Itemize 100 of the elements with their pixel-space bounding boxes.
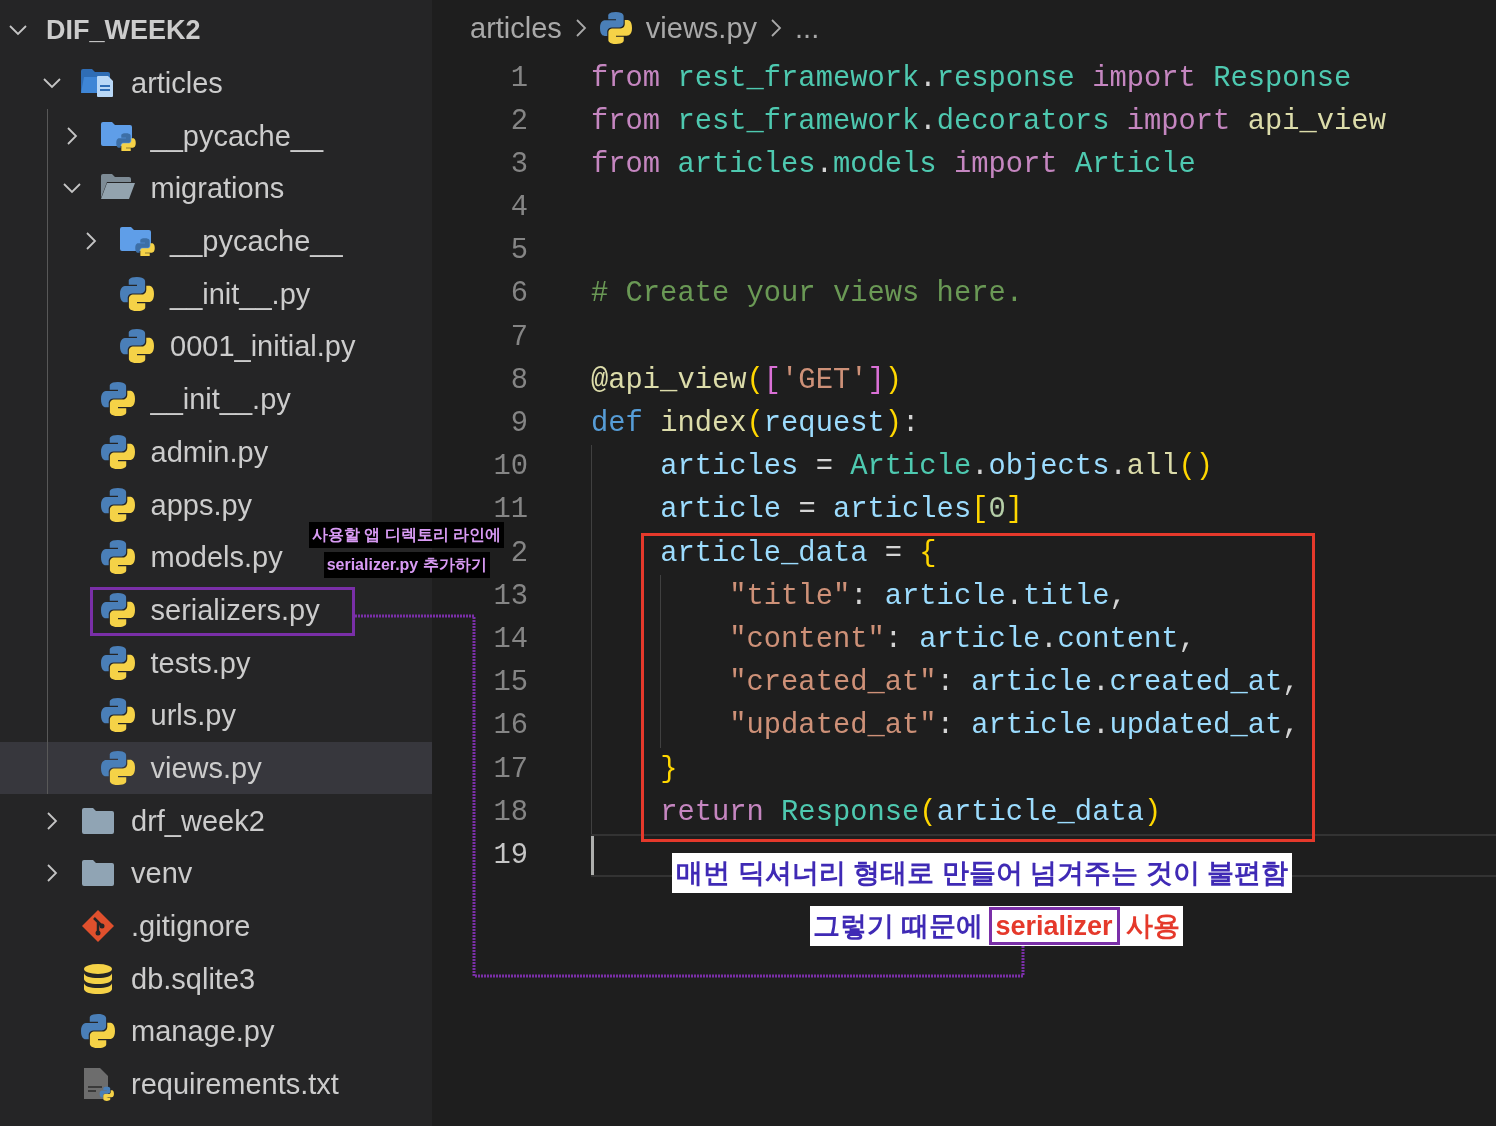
breadcrumb-item[interactable]: ... (795, 6, 820, 50)
file-name: urls.py (150, 699, 236, 732)
python-icon (599, 12, 632, 45)
file-tree-item[interactable]: __pycache__ (0, 214, 432, 268)
code-token: rest_framework (677, 60, 920, 97)
code-token: [ (971, 492, 989, 529)
code-token: : (936, 708, 954, 745)
python-icon (100, 645, 135, 680)
breadcrumb-item[interactable]: views.py (645, 6, 758, 50)
workspace-title: DIF_WEEK2 (46, 14, 201, 48)
code-token: api_view (1247, 103, 1386, 140)
code-token: . (919, 103, 937, 140)
code-token: article_data (936, 794, 1144, 831)
file-tree-item[interactable]: requirements.txt (0, 1057, 432, 1111)
file-tree-item[interactable]: __init__.py (0, 372, 432, 426)
file-tree-item[interactable]: db.sqlite3 (0, 952, 432, 1006)
python-icon (120, 329, 154, 364)
code-token: . (1040, 621, 1058, 658)
line-number: 14 (493, 622, 528, 656)
git-icon (81, 909, 115, 944)
code-token: 0 (988, 492, 1006, 529)
file-name: drf_week2 (131, 804, 265, 837)
code-token: article (660, 492, 782, 529)
file-tree-item[interactable]: serializers.py (0, 583, 432, 637)
file-name: requirements.txt (131, 1068, 339, 1101)
folder-document-icon (80, 68, 116, 99)
code-token: , (1282, 708, 1300, 745)
code-token: } (660, 751, 678, 788)
file-tree-item[interactable]: .gitignore (0, 899, 432, 953)
code-token: = (798, 492, 816, 529)
code-token: = (815, 449, 833, 486)
file-tree-item[interactable]: manage.py (0, 1005, 432, 1058)
code-token: "content" (729, 621, 885, 658)
text-cursor (591, 835, 594, 876)
python-icon (100, 382, 135, 417)
code-token: ] (867, 362, 885, 399)
python-icon (100, 698, 135, 733)
folder-python-icon (119, 226, 155, 257)
annotation-text: 그렇기 때문에 (813, 909, 983, 943)
code-token: . (919, 60, 937, 97)
code-token: : (850, 578, 868, 615)
line-number: 4 (510, 191, 528, 225)
code-token: content (1057, 621, 1179, 658)
file-name: venv (131, 857, 193, 890)
code-token: def (591, 406, 643, 442)
code-token: "title" (729, 578, 851, 615)
line-number: 3 (510, 147, 528, 181)
file-tree-item[interactable]: migrations (0, 162, 432, 215)
code-token: [ (763, 362, 782, 399)
code-token: Article (1074, 146, 1196, 183)
code-token: articles (832, 492, 972, 529)
file-tree-item[interactable]: admin.py (0, 425, 432, 479)
file-name: serializers.py (150, 593, 320, 626)
file-name: views.py (150, 751, 262, 784)
code-token: , (1109, 578, 1127, 615)
line-number: 9 (510, 407, 528, 440)
code-token: import (953, 146, 1058, 183)
annotation-label: 매번 딕셔너리 형태로 만들어 넘겨주는 것이 불편함 (672, 853, 1292, 893)
code-token: : (884, 621, 903, 658)
file-tree-item[interactable]: tests.py (0, 636, 432, 689)
code-token: objects (988, 449, 1110, 486)
line-number: 6 (510, 277, 528, 311)
code-token: : (936, 665, 954, 702)
file-tree-item[interactable]: drf_week2 (0, 794, 432, 847)
file-tree-item[interactable]: urls.py (0, 688, 432, 742)
line-number: 15 (493, 666, 528, 700)
file-name: articles (131, 67, 223, 100)
file-tree-item[interactable]: __init__.py (0, 267, 432, 321)
file-tree-item[interactable]: venv (0, 847, 432, 900)
code-token: Article (850, 449, 972, 486)
code-token: index (660, 406, 747, 442)
python-icon (120, 276, 154, 311)
file-name: apps.py (150, 488, 253, 521)
code-token: . (815, 146, 833, 183)
file-name: migrations (150, 172, 285, 205)
file-tree-item[interactable]: articles (0, 56, 432, 110)
code-token: , (1178, 621, 1196, 658)
line-number: 19 (493, 838, 528, 872)
code-token: . (1005, 578, 1024, 615)
breadcrumb-item[interactable]: articles (470, 6, 562, 50)
python-icon (100, 592, 135, 627)
file-tree-item[interactable]: __pycache__ (0, 109, 432, 163)
line-number: 2 (510, 104, 528, 138)
code-token: import (1126, 103, 1231, 140)
line-number: 1 (510, 61, 528, 95)
line-number: 18 (493, 795, 528, 829)
note-tooltip: 사용할 앱 디렉토리 라인에 (309, 522, 505, 548)
code-token: ) (884, 362, 903, 399)
file-tree-item[interactable]: views.py (0, 741, 432, 795)
python-icon (100, 434, 135, 469)
python-icon (100, 487, 135, 522)
line-number: 2 (510, 536, 528, 570)
code-token: = (884, 535, 903, 572)
code-token: article (919, 621, 1041, 658)
file-name: __init__.py (150, 383, 291, 416)
code-token: decorators (936, 103, 1110, 140)
file-tree-item[interactable]: 0001_initial.py (0, 320, 432, 373)
code-token: ) (884, 406, 903, 442)
code-token: Response (1213, 60, 1352, 97)
code-token: rest_framework (677, 103, 920, 140)
